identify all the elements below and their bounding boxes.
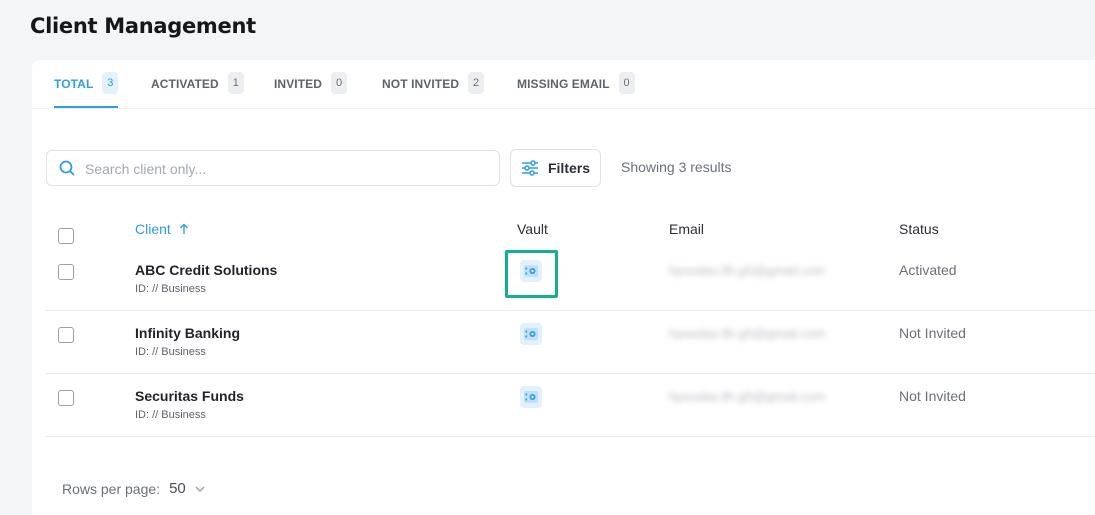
column-header-status: Status <box>899 221 939 237</box>
row-checkbox[interactable] <box>58 390 74 406</box>
tab-activated[interactable]: ACTIVATED 1 <box>151 72 244 108</box>
column-header-vault: Vault <box>517 221 548 237</box>
client-email: hpsodas.llh.g5@gmail.com <box>669 263 826 278</box>
row-checkbox[interactable] <box>58 327 74 343</box>
client-email: hpsodas.llh.g5@gmail.com <box>669 389 826 404</box>
chevron-down-icon[interactable] <box>194 485 206 493</box>
search-input[interactable] <box>83 157 487 181</box>
table-row[interactable]: ABC Credit Solutions ID: // Business hps… <box>46 248 1095 311</box>
client-id: ID: // Business <box>135 283 206 295</box>
page-title: Client Management <box>30 14 256 38</box>
results-count: Showing 3 results <box>621 159 732 175</box>
client-name[interactable]: Infinity Banking <box>135 325 240 341</box>
vault-button[interactable] <box>520 323 542 345</box>
column-header-label: Client <box>135 221 171 237</box>
search-icon <box>59 160 75 176</box>
vault-icon <box>524 265 538 277</box>
filters-label: Filters <box>547 160 590 176</box>
clients-table: Client Vault Email Status ABC Credit Sol… <box>46 212 1095 437</box>
sliders-icon <box>521 160 538 176</box>
vault-icon <box>524 328 538 340</box>
status-tabs: TOTAL 3 ACTIVATED 1 INVITED 0 NOT INVITE… <box>32 60 1095 109</box>
vault-button[interactable] <box>520 386 542 408</box>
tab-label: MISSING EMAIL <box>517 77 610 91</box>
client-status: Not Invited <box>899 388 966 404</box>
tab-count-badge: 2 <box>468 72 485 94</box>
client-name[interactable]: ABC Credit Solutions <box>135 262 277 278</box>
table-row[interactable]: Securitas Funds ID: // Business hpsodas.… <box>46 374 1095 437</box>
tab-count-badge: 3 <box>102 72 119 94</box>
table-row[interactable]: Infinity Banking ID: // Business hpsodas… <box>46 311 1095 374</box>
tab-label: TOTAL <box>54 77 94 91</box>
tab-not-invited[interactable]: NOT INVITED 2 <box>382 72 485 108</box>
table-header-row: Client Vault Email Status <box>46 212 1095 248</box>
search-box <box>46 150 500 186</box>
tab-count-badge: 0 <box>618 72 635 94</box>
tab-invited[interactable]: INVITED 0 <box>274 72 348 108</box>
rows-per-page: Rows per page: 50 <box>62 480 206 497</box>
client-management-card: TOTAL 3 ACTIVATED 1 INVITED 0 NOT INVITE… <box>32 60 1095 515</box>
row-checkbox[interactable] <box>58 264 74 280</box>
client-id: ID: // Business <box>135 409 206 421</box>
tab-count-badge: 1 <box>227 72 244 94</box>
rows-per-page-label: Rows per page: <box>62 480 161 497</box>
client-id: ID: // Business <box>135 346 206 358</box>
tab-label: ACTIVATED <box>151 77 219 91</box>
column-header-email: Email <box>669 221 705 237</box>
tab-label: NOT INVITED <box>382 77 460 91</box>
filters-button[interactable]: Filters <box>510 149 601 187</box>
arrow-up-icon <box>179 223 188 234</box>
vault-button[interactable] <box>520 260 542 282</box>
rows-per-page-select[interactable]: 50 <box>169 480 186 497</box>
vault-icon <box>524 391 538 403</box>
select-all-checkbox[interactable] <box>58 228 74 244</box>
client-status: Not Invited <box>899 325 966 341</box>
tab-count-badge: 0 <box>331 72 348 94</box>
tab-total[interactable]: TOTAL 3 <box>54 72 119 108</box>
tab-label: INVITED <box>274 77 323 91</box>
tab-missing-email[interactable]: MISSING EMAIL 0 <box>517 72 635 108</box>
client-status: Activated <box>899 262 957 278</box>
client-email: hpsodas.llh.g5@gmail.com <box>669 326 826 341</box>
client-name[interactable]: Securitas Funds <box>135 388 244 404</box>
column-header-client[interactable]: Client <box>135 221 189 237</box>
